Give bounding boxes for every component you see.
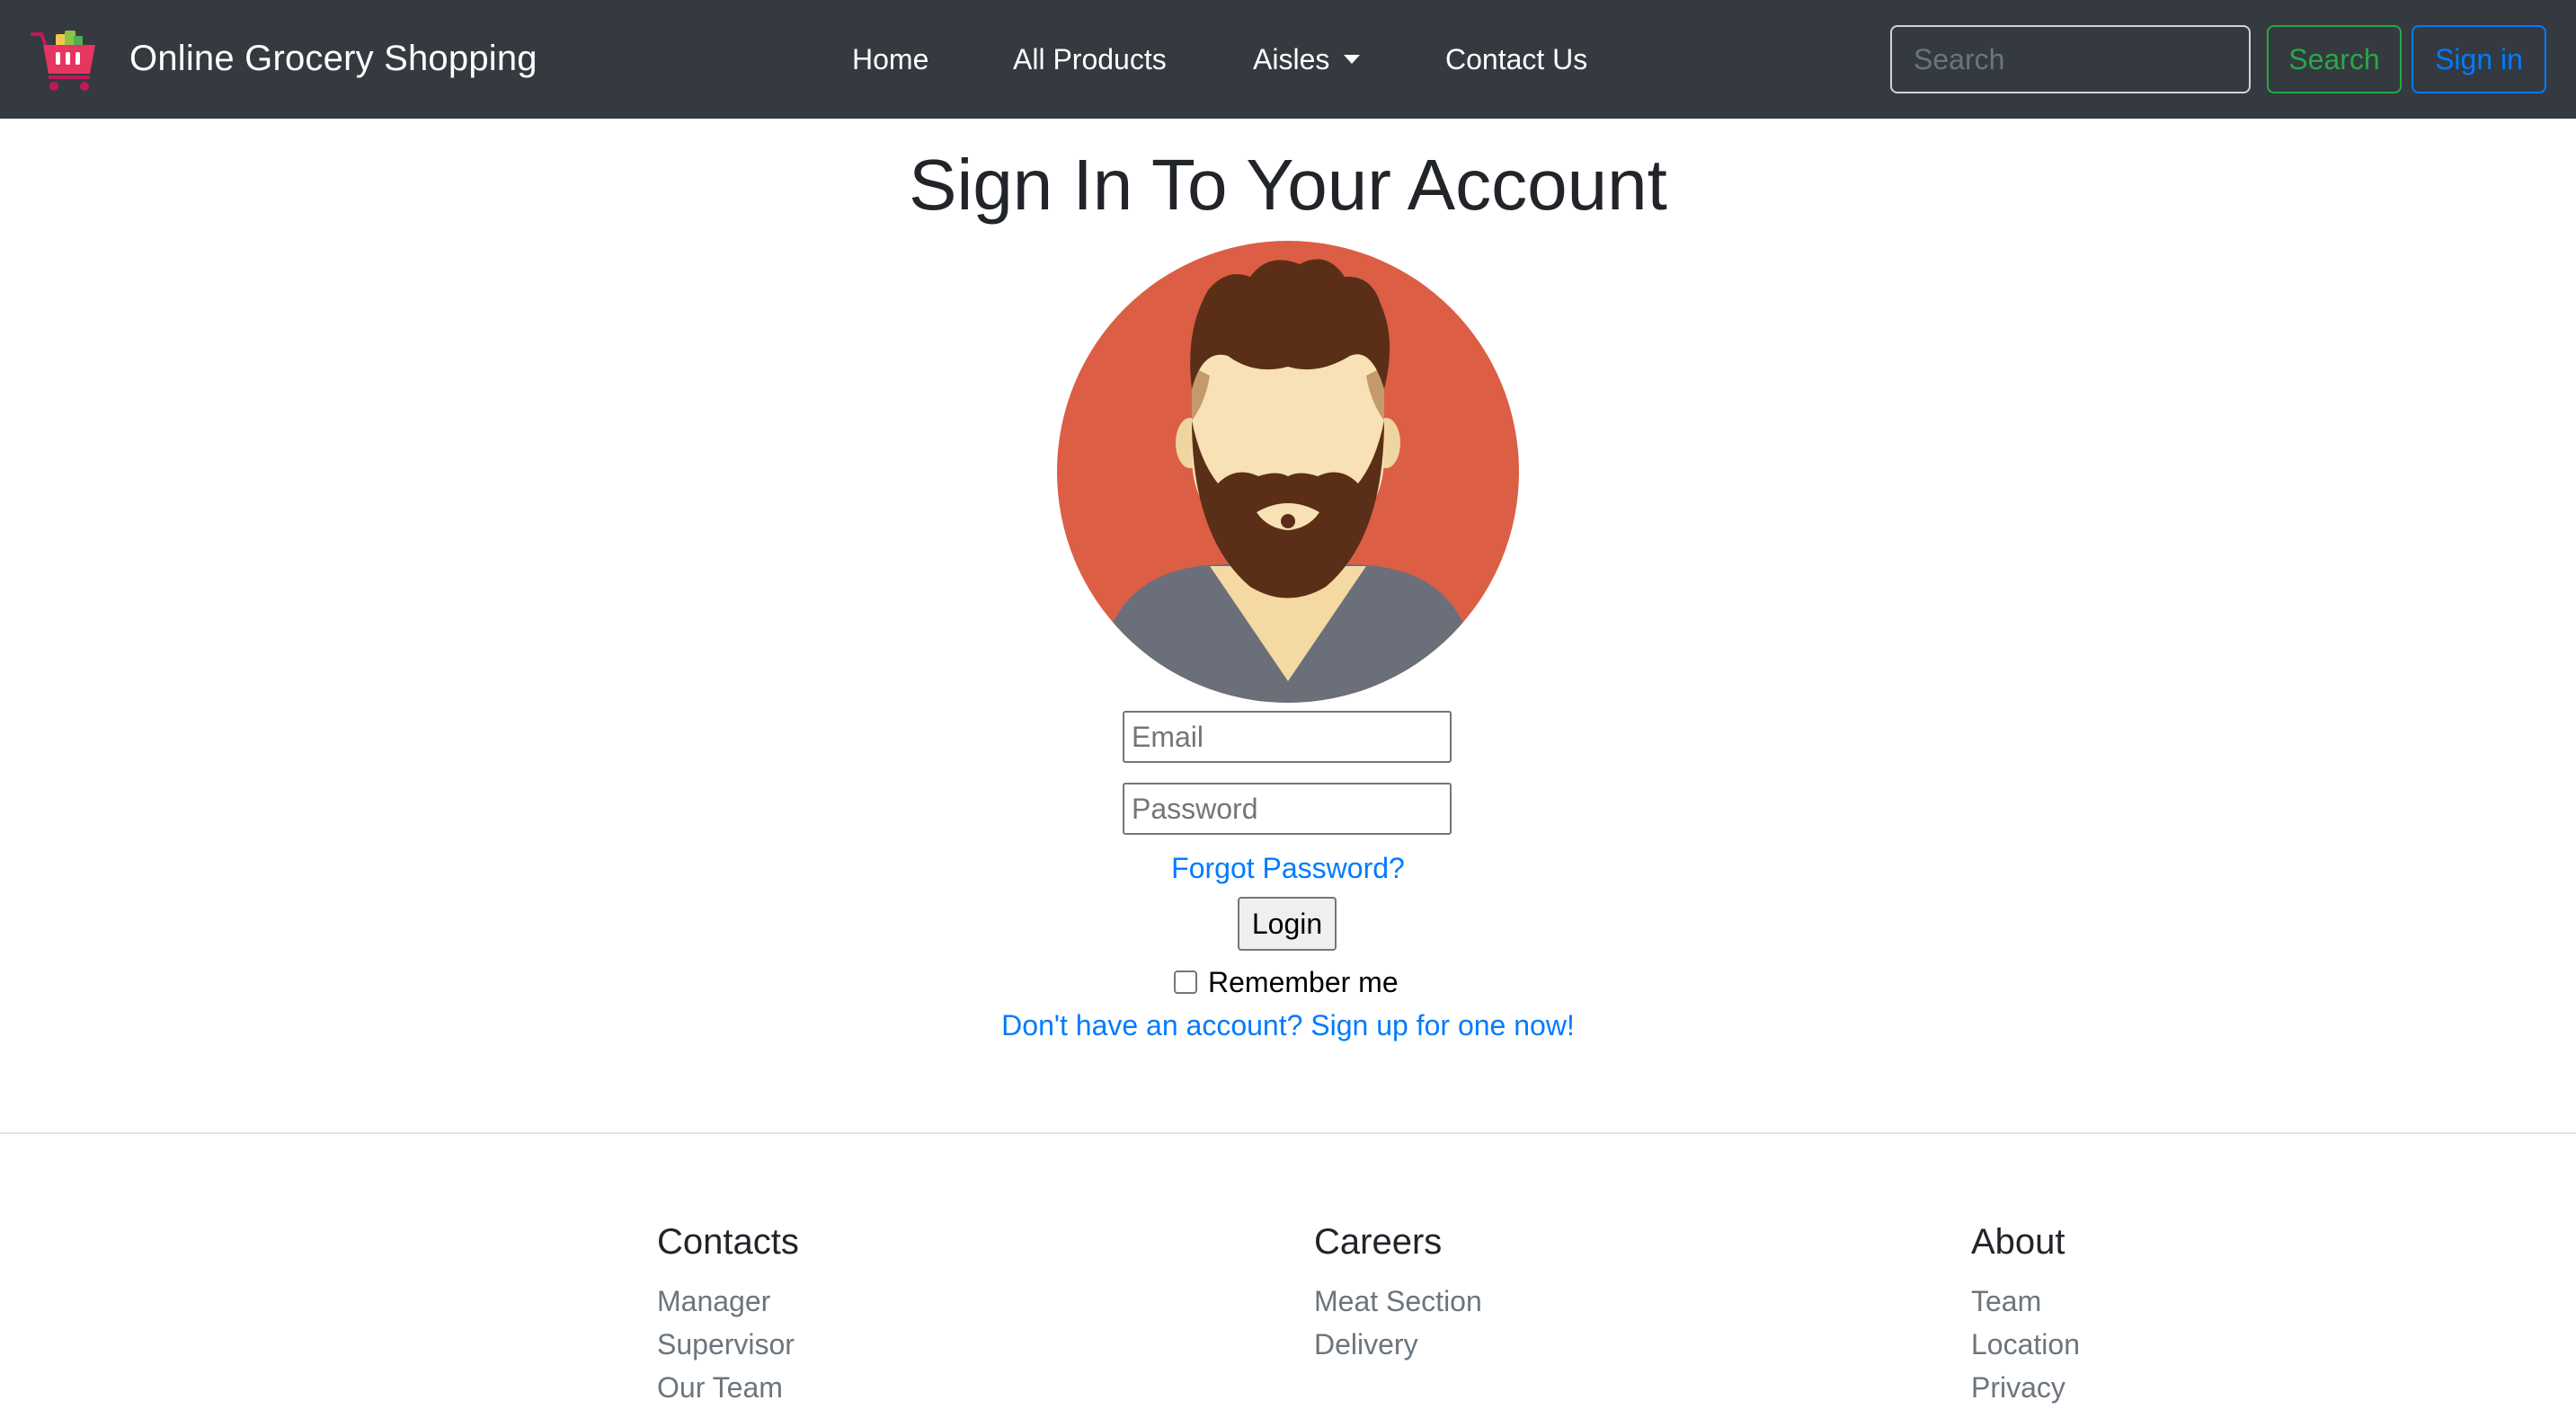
login-button[interactable]: Login [1238,897,1337,951]
footer-link-delivery[interactable]: Delivery [1314,1323,1482,1366]
search-input[interactable] [1890,25,2251,93]
remember-me-label: Remember me [1208,965,1399,998]
footer-list-contacts: Manager Supervisor Our Team [657,1280,799,1409]
email-field[interactable] [1123,711,1452,763]
password-field[interactable] [1123,783,1452,835]
bearded-man-avatar-icon [1057,241,1519,703]
footer-link-team[interactable]: Team [1971,1280,2080,1323]
sign-in-button[interactable]: Sign in [2412,25,2546,93]
footer-column-careers: Careers Meat Section Delivery [1314,1215,1482,1366]
nav-aisles-label: Aisles [1253,43,1330,75]
signup-link[interactable]: Don't have an account? Sign up for one n… [1001,1009,1575,1041]
footer-link-location[interactable]: Location [1971,1323,2080,1366]
search-button[interactable]: Search [2267,25,2402,93]
chevron-down-icon [1344,55,1361,64]
footer-list-about: Team Location Privacy [1971,1280,2080,1409]
footer-column-about: About Team Location Privacy [1971,1215,2080,1409]
nav-all-products[interactable]: All Products [1013,40,1167,79]
footer-heading-careers: Careers [1314,1222,1443,1262]
forgot-password-link[interactable]: Forgot Password? [1171,852,1405,884]
footer-column-contacts: Contacts Manager Supervisor Our Team [657,1215,799,1409]
page-title: Sign In To Your Account [909,145,1667,225]
forgot-password-row: Forgot Password? [0,848,2576,888]
footer-link-meat-section[interactable]: Meat Section [1314,1280,1482,1323]
top-navbar: Online Grocery Shopping Home All Product… [0,0,2576,119]
nav-home[interactable]: Home [852,40,928,79]
remember-me-checkbox[interactable] [1174,970,1197,994]
remember-me-row: Remember me [1174,962,1399,1002]
footer-link-supervisor[interactable]: Supervisor [657,1323,799,1366]
signup-row: Don't have an account? Sign up for one n… [0,1006,2576,1045]
footer-link-privacy[interactable]: Privacy [1971,1366,2080,1409]
nav-aisles-dropdown[interactable]: Aisles [1253,40,1361,79]
footer-link-manager[interactable]: Manager [657,1280,799,1323]
footer-list-careers: Meat Section Delivery [1314,1280,1482,1366]
footer-divider [0,1132,2576,1134]
footer-link-our-team[interactable]: Our Team [657,1366,799,1409]
footer-heading-contacts: Contacts [657,1222,799,1262]
nav-contact-us[interactable]: Contact Us [1445,40,1587,79]
footer-heading-about: About [1971,1222,2065,1262]
